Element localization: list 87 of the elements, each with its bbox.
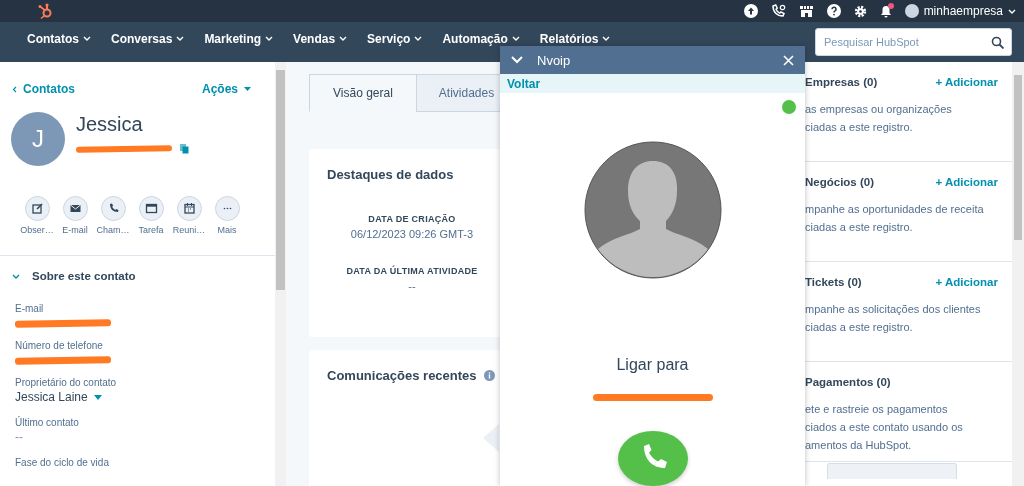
description-line: mpanhe as solicitações dos clientes xyxy=(805,302,982,317)
contact-avatar: J xyxy=(11,112,65,166)
phone-icon[interactable] xyxy=(770,4,786,18)
highlight-value: -- xyxy=(408,280,416,292)
description-line: ete e rastreie os pagamentos xyxy=(805,402,949,417)
field-label: Proprietário do contato xyxy=(15,377,118,388)
description-line: ciadas a este registro. xyxy=(805,320,914,335)
copy-icon[interactable] xyxy=(180,144,189,154)
section-title: Empresas (0) xyxy=(805,76,878,88)
nav-menu-item[interactable]: Vendas xyxy=(283,31,358,46)
highlight-label: DATA DE CRIAÇÃO xyxy=(368,214,456,224)
card-title: Comunicações recentes xyxy=(327,368,477,383)
quick-action-button[interactable] xyxy=(176,196,202,221)
add-link[interactable]: + Adicionar xyxy=(935,176,998,188)
quick-action-button[interactable] xyxy=(100,196,126,221)
search-field[interactable]: Pesquisar HubSpot xyxy=(815,28,1012,56)
quick-action-label: Tarefa xyxy=(138,225,164,235)
section-header[interactable]: Sobre este contato xyxy=(12,270,136,282)
contact-name: Jessica xyxy=(76,113,144,136)
caret-icon xyxy=(176,35,185,42)
actions-menu[interactable]: Ações xyxy=(201,82,251,96)
close-icon xyxy=(783,54,794,66)
search-icon xyxy=(991,36,1004,49)
marketplace-icon[interactable] xyxy=(798,4,814,18)
nav-menu-item[interactable]: Contatos xyxy=(17,31,101,46)
description-line: mpanhe as oportunidades de receita xyxy=(805,202,985,217)
caret-icon xyxy=(265,35,274,42)
description-line: ciadas a este registro. xyxy=(805,120,914,135)
call-prompt: Ligar para xyxy=(616,356,689,375)
bell-icon[interactable] xyxy=(879,4,892,18)
caret-icon xyxy=(414,35,423,42)
quick-action-button[interactable] xyxy=(62,196,88,221)
caret-icon xyxy=(511,35,520,42)
envelope-icon xyxy=(68,202,82,215)
quick-action-label: Reuni… xyxy=(172,225,206,235)
caret-icon xyxy=(339,35,348,42)
caret-icon xyxy=(93,394,102,400)
quick-action-label: E-mail xyxy=(62,225,88,235)
field-label: Último contato xyxy=(15,417,80,428)
field-label: Fase do ciclo de vida xyxy=(15,457,110,468)
tab[interactable]: Visão geral xyxy=(309,74,416,112)
description-line: ciados a este contato usando os xyxy=(805,420,964,435)
highlight-label: DATA DA ÚLTIMA ATIVIDADE xyxy=(346,266,478,276)
caret-icon xyxy=(83,35,91,42)
nav-menu-item[interactable]: Conversas xyxy=(101,31,195,46)
sprocket-logo-icon[interactable] xyxy=(37,3,53,19)
description-line: amentos da HubSpot. xyxy=(805,438,913,453)
close-button[interactable] xyxy=(783,54,794,66)
note-icon xyxy=(30,202,44,215)
owner-dropdown[interactable]: Jessica Laine xyxy=(15,390,275,404)
description-line: as empresas ou organizações xyxy=(805,102,953,117)
field-label: E-mail xyxy=(15,303,45,314)
help-icon[interactable] xyxy=(826,4,841,18)
description-line: ciadas a este registro. xyxy=(805,220,914,235)
section-title: Negócios (0) xyxy=(805,176,874,188)
pointer-arrow-icon xyxy=(483,424,499,452)
calendar-icon xyxy=(182,202,196,215)
chevron-down-icon xyxy=(12,272,20,280)
quick-action-button[interactable] xyxy=(138,196,164,221)
caret-icon xyxy=(602,35,611,42)
nav-menu-item[interactable]: Serviço xyxy=(357,31,433,46)
nav-menu-item[interactable]: Automação xyxy=(432,31,530,46)
caret-icon xyxy=(244,86,251,92)
highlight-value: 06/12/2023 09:26 GMT-3 xyxy=(350,228,474,240)
section-title: Pagamentos (0) xyxy=(805,376,891,388)
add-link[interactable]: + Adicionar xyxy=(935,276,998,288)
quick-action-label: Mais xyxy=(217,225,237,235)
account-menu[interactable]: minhaempresa xyxy=(904,4,1016,18)
settings-icon[interactable] xyxy=(853,4,867,18)
add-link[interactable]: + Adicionar xyxy=(935,76,998,88)
section-title: Tickets (0) xyxy=(805,276,862,288)
field-value: -- xyxy=(15,430,24,444)
window-icon xyxy=(144,202,158,215)
avatar-icon xyxy=(904,4,919,18)
dialer-title: Nvoip xyxy=(537,52,571,68)
quick-action-label: Obser… xyxy=(20,225,54,235)
nav-menu-item[interactable]: Relatórios xyxy=(529,31,621,46)
field-label: Número de telefone xyxy=(15,340,104,351)
back-link[interactable]: Contatos xyxy=(12,82,75,96)
quick-action-label: Cham… xyxy=(96,225,130,235)
card-title: Destaques de dados xyxy=(327,167,455,182)
nav-menu-item[interactable]: Marketing xyxy=(194,31,284,46)
info-icon xyxy=(483,370,495,381)
chevron-down-icon xyxy=(1008,7,1016,15)
default-avatar-icon xyxy=(583,141,722,280)
chevron-left-icon xyxy=(12,85,17,93)
chevron-down-icon[interactable] xyxy=(511,56,523,65)
